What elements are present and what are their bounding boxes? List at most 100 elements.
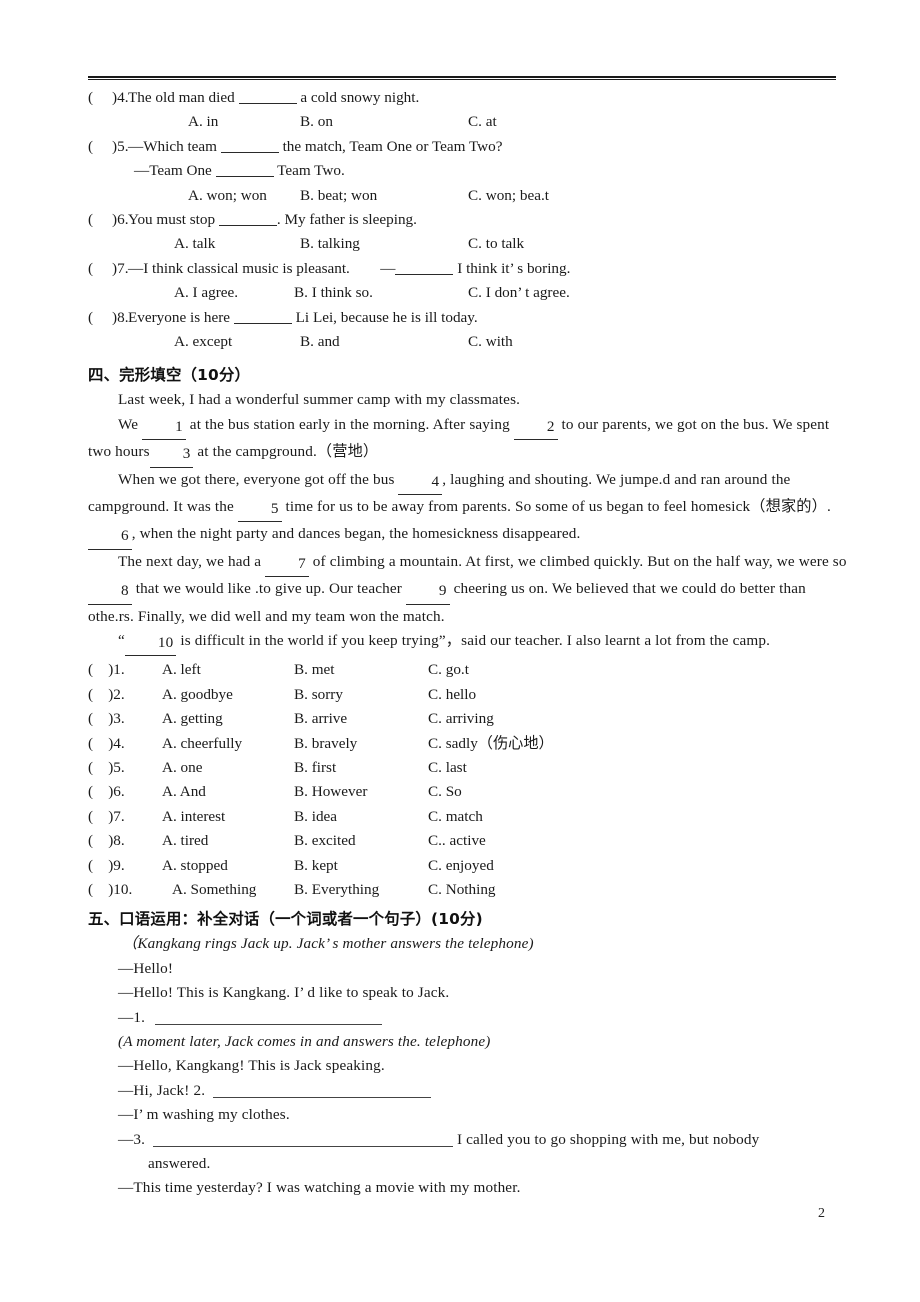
cloze-answer-bracket-6[interactable]: ( )6.: [88, 780, 125, 804]
answer-blank-5a[interactable]: [220, 151, 279, 153]
cloze-option-5-b[interactable]: B. first: [294, 756, 336, 780]
option-4-b[interactable]: B. on: [300, 110, 333, 134]
answer-bracket-6[interactable]: ( )6.: [88, 208, 129, 232]
dialogue-stage-direction-2: (A moment later, Jack comes in and answe…: [118, 1032, 491, 1050]
cloze-option-9-a[interactable]: A. stopped: [162, 854, 228, 878]
cloze-option-8-c[interactable]: C.. active: [428, 829, 486, 853]
passage-blank-2[interactable]: 2: [513, 415, 558, 441]
passage-blank-10[interactable]: 10: [124, 631, 177, 657]
cloze-option-7-c[interactable]: C. match: [428, 805, 483, 829]
cloze-option-4-a[interactable]: A. cheerfully: [162, 732, 242, 756]
option-7-c[interactable]: C. I don’ t agree.: [468, 281, 570, 305]
passage-text: at the campground.（营地）: [193, 443, 379, 461]
passage-blank-5[interactable]: 5: [237, 497, 282, 523]
dialogue-answer-blank-2[interactable]: [213, 1096, 432, 1098]
answer-bracket-7[interactable]: ( )7.: [88, 257, 129, 281]
question-stem-7a: —I think classical music is pleasant. —: [128, 259, 396, 277]
cloze-option-2-b[interactable]: B. sorry: [294, 683, 343, 707]
option-8-a[interactable]: A. except: [174, 330, 232, 354]
cloze-option-1-b[interactable]: B. met: [294, 658, 335, 682]
cloze-option-6-b[interactable]: B. However: [294, 780, 367, 804]
passage-blank-8[interactable]: 8: [88, 579, 132, 605]
cloze-answer-bracket-8[interactable]: ( )8.: [88, 829, 125, 853]
page-content: ( )4.The old man died a cold snowy night…: [88, 86, 848, 1201]
answer-blank-8[interactable]: [233, 322, 292, 324]
answer-blank-5b[interactable]: [215, 176, 274, 178]
cloze-passage-paragraph-4: The next day, we had a 7 of climbing a m…: [88, 550, 848, 629]
grammar-question-7: ( )7.—I think classical music is pleasan…: [88, 257, 848, 281]
cloze-option-6-c[interactable]: C. So: [428, 780, 462, 804]
cloze-option-2-c[interactable]: C. hello: [428, 683, 476, 707]
cloze-option-9-c[interactable]: C. enjoyed: [428, 854, 494, 878]
option-7-a[interactable]: A. I agree.: [174, 281, 238, 305]
option-8-c[interactable]: C. with: [468, 330, 513, 354]
option-5-b[interactable]: B. beat; won: [300, 184, 377, 208]
option-5-c[interactable]: C. won; bea.t: [468, 184, 549, 208]
option-4-a[interactable]: A. in: [188, 110, 218, 134]
passage-text: of climbing a mountain. At first, we cli…: [308, 552, 847, 570]
dialogue-line-5: —This time yesterday? I was watching a m…: [118, 1179, 521, 1197]
dialogue-line-4: —I’ m washing my clothes.: [118, 1106, 290, 1124]
passage-blank-7[interactable]: 7: [265, 552, 309, 578]
grammar-question-5-line2: —Team One Team Two.: [88, 159, 848, 183]
cloze-answer-bracket-10[interactable]: ( )10.: [88, 878, 132, 902]
cloze-option-row: ( )4. A. cheerfully B. bravely C. sadly（伤心地…: [88, 732, 848, 756]
cloze-option-8-a[interactable]: A. tired: [162, 829, 208, 853]
option-8-b[interactable]: B. and: [300, 330, 340, 354]
cloze-option-5-c[interactable]: C. last: [428, 756, 467, 780]
question-stem-6a: You must stop: [128, 211, 219, 228]
passage-blank-6[interactable]: 6: [88, 524, 132, 550]
cloze-option-10-c[interactable]: C. Nothing: [428, 878, 496, 902]
cloze-answer-bracket-5[interactable]: ( )5.: [88, 756, 125, 780]
cloze-answer-bracket-7[interactable]: ( )7.: [88, 805, 125, 829]
passage-blank-4[interactable]: 4: [398, 470, 443, 496]
cloze-option-4-b[interactable]: B. bravely: [294, 732, 357, 756]
cloze-answer-bracket-9[interactable]: ( )9.: [88, 854, 125, 878]
cloze-option-6-a[interactable]: A. And: [162, 780, 206, 804]
passage-blank-1[interactable]: 1: [142, 415, 186, 441]
cloze-option-5-a[interactable]: A. one: [162, 756, 203, 780]
passage-text: , when the night party and dances began,…: [131, 525, 581, 543]
cloze-option-10-b[interactable]: B. Everything: [294, 878, 379, 902]
question-stem-4b: a cold snowy night.: [296, 89, 420, 106]
passage-text: The next day, we had a: [118, 552, 266, 570]
exam-page: ( )4.The old man died a cold snowy night…: [0, 0, 920, 1302]
cloze-option-3-b[interactable]: B. arrive: [294, 707, 347, 731]
answer-bracket-8[interactable]: ( )8.: [88, 306, 129, 330]
option-row-7: A. I agree. B. I think so. C. I don’ t a…: [88, 281, 848, 305]
option-4-c[interactable]: C. at: [468, 110, 497, 134]
dialogue-answer-label-3: —3.: [118, 1130, 146, 1148]
cloze-option-3-a[interactable]: A. getting: [162, 707, 223, 731]
cloze-option-4-c[interactable]: C. sadly（伤心地）: [428, 732, 554, 756]
cloze-answer-bracket-2[interactable]: ( )2.: [88, 683, 125, 707]
cloze-option-7-a[interactable]: A. interest: [162, 805, 225, 829]
option-6-b[interactable]: B. talking: [300, 232, 360, 256]
cloze-option-1-a[interactable]: A. left: [162, 658, 201, 682]
dialogue-answer-blank-3[interactable]: [153, 1145, 454, 1147]
cloze-option-2-a[interactable]: A. goodbye: [162, 683, 233, 707]
dialogue-stage-direction-1: （Kangkang rings Jack up. Jack’ s mother …: [122, 935, 534, 953]
cloze-option-row: ( )7. A. interest B. idea C. match: [88, 805, 848, 829]
dialogue-answer-blank-1[interactable]: [155, 1023, 383, 1025]
option-6-c[interactable]: C. to talk: [468, 232, 524, 256]
cloze-option-9-b[interactable]: B. kept: [294, 854, 338, 878]
cloze-option-10-a[interactable]: A. Something: [172, 878, 256, 902]
passage-blank-9[interactable]: 9: [405, 579, 450, 605]
answer-bracket-5[interactable]: ( )5.: [88, 135, 129, 159]
dialogue-line-1: —Hello!: [118, 959, 174, 977]
option-7-b[interactable]: B. I think so.: [294, 281, 373, 305]
cloze-option-7-b[interactable]: B. idea: [294, 805, 337, 829]
cloze-answer-bracket-1[interactable]: ( )1.: [88, 658, 125, 682]
option-5-a[interactable]: A. won; won: [188, 184, 267, 208]
answer-blank-6[interactable]: [218, 225, 277, 226]
cloze-answer-bracket-4[interactable]: ( )4.: [88, 732, 125, 756]
cloze-option-8-b[interactable]: B. excited: [294, 829, 356, 853]
passage-blank-3[interactable]: 3: [149, 442, 194, 468]
answer-blank-7[interactable]: [395, 273, 454, 275]
cloze-answer-bracket-3[interactable]: ( )3.: [88, 707, 125, 731]
answer-bracket-4[interactable]: ( )4.: [88, 86, 129, 110]
cloze-option-3-c[interactable]: C. arriving: [428, 707, 494, 731]
cloze-option-1-c[interactable]: C. go.t: [428, 658, 469, 682]
answer-blank-4[interactable]: [238, 103, 297, 104]
option-6-a[interactable]: A. talk: [174, 232, 215, 256]
